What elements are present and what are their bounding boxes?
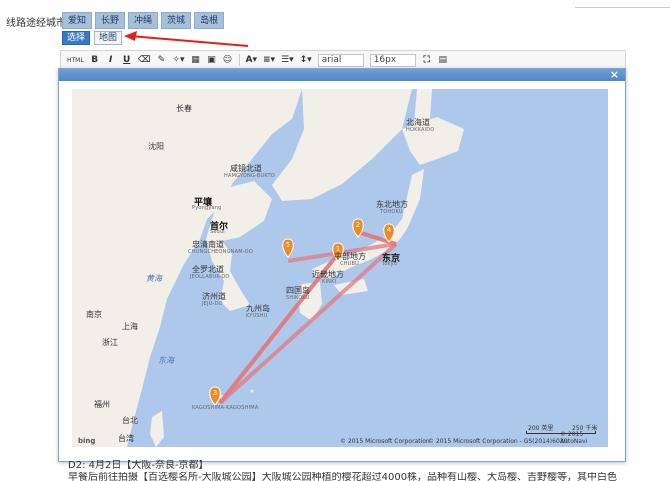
marker-4-label: 4	[387, 226, 392, 234]
map-label-kagoshima-en: KAGOSHIMA-KAGOSHIMA	[192, 405, 259, 411]
editor-content[interactable]: D2: 4月2日【大阪-奈良-京都】 早餐后前往拍摄【百选樱名所-大阪城公园】大…	[68, 460, 668, 481]
city-chip-nagano[interactable]: 长野	[95, 12, 126, 29]
marker-5-label: 5	[286, 241, 290, 249]
map-label-fuzhou: 福州	[94, 400, 110, 409]
source-icon[interactable]: ▤	[438, 55, 448, 65]
taiwan-land	[150, 411, 164, 447]
map-label-tokyo-en: Tokyo	[382, 261, 397, 267]
city-chips: 爱知 长野 冲绳 茨城 岛根	[62, 12, 225, 29]
marker-3-label: 3	[213, 389, 217, 397]
city-chip-shimane[interactable]: 岛根	[194, 12, 225, 29]
top-border-fragment	[575, 0, 670, 8]
marker-5: 5	[282, 238, 294, 258]
content-line-2: 早餐后前往拍摄【百选樱名所-大阪城公园】大阪城公园种植的樱花超过4000株，品种…	[68, 472, 618, 481]
attribution-3: © 2015 AutoNavi	[560, 431, 588, 445]
map-dialog: × 1 2 3 4 5 长春 沈阳 咸镜北道 HAMGYONG-BUKTO 平壤…	[58, 68, 626, 462]
font-color-icon[interactable]: A▾	[246, 55, 257, 65]
attribution-1: © 2015 Microsoft Corporation	[340, 438, 430, 445]
bold-button[interactable]: B	[90, 55, 100, 65]
editor-toolbar: HTML B I U ⌫ ✎ ✧▾ ▦ ▣ ☺ A▾ ≡▾ ☰▾ ↕▾ aria…	[60, 50, 626, 70]
city-chip-ibaraki[interactable]: 茨城	[161, 12, 192, 29]
map-label-hokkaido-en: HOKKAIDO	[406, 127, 435, 133]
underline-button[interactable]: U	[122, 55, 132, 65]
close-icon[interactable]: ×	[610, 68, 619, 81]
map-label-shenyang: 沈阳	[148, 142, 164, 151]
map-label-kyushu-en: KYUSHU	[246, 313, 268, 319]
line-height-icon[interactable]: ↕▾	[300, 55, 312, 65]
map-label-shikoku-en: SHIKOKU	[286, 295, 310, 301]
map-button[interactable]: 地图	[94, 31, 122, 45]
ordered-list-icon[interactable]: ≡▾	[263, 55, 275, 65]
map-label-nanjing: 南京	[86, 310, 102, 319]
city-chip-okinawa[interactable]: 冲绳	[128, 12, 159, 29]
map-label-hamgyong-en: HAMGYONG-BUKTO	[224, 173, 275, 179]
map-label-east-sea: 东海	[158, 356, 174, 365]
emoji-icon[interactable]: ☺	[223, 55, 233, 65]
map-label-taibei: 台北	[122, 416, 138, 425]
map-label-chungcheong-en: CHUNGCHEONGNAM-DO	[188, 249, 253, 255]
marker-2-label: 2	[356, 221, 360, 229]
map-label-zhejiang: 浙江	[102, 338, 118, 347]
paintbrush-icon[interactable]: ✎	[156, 55, 166, 65]
unordered-list-icon[interactable]: ☰▾	[281, 55, 294, 65]
city-chip-aichi[interactable]: 爱知	[62, 12, 93, 29]
attribution-2: © 2015 Microsoft Corporation - GS(2014)6…	[428, 438, 568, 445]
table-icon[interactable]: ▦	[191, 55, 201, 65]
ryukyu-islet	[250, 389, 254, 393]
toolbar-separator	[238, 54, 240, 66]
map-label-chubu-en: CHUBU	[340, 261, 360, 267]
map-view[interactable]: 1 2 3 4 5 长春 沈阳 咸镜北道 HAMGYONG-BUKTO 平壤 P…	[72, 89, 608, 447]
select-button[interactable]: 选择	[62, 31, 90, 45]
map-label-kinki-en: KINKI	[322, 279, 337, 285]
route-line	[218, 242, 398, 405]
fullscreen-icon[interactable]: ⛶	[422, 55, 432, 65]
wand-icon[interactable]: ✧▾	[172, 55, 184, 65]
dialog-titlebar: ×	[59, 68, 625, 81]
marker-3: 3	[209, 386, 221, 406]
map-label-shanghai: 上海	[122, 322, 138, 331]
font-size-select[interactable]: 16px	[369, 53, 416, 67]
map-label-tohoku-en: TOHOKU	[380, 209, 403, 215]
font-family-select[interactable]: arial	[317, 53, 364, 67]
mainland-land	[72, 89, 302, 447]
map-label-changchun: 长春	[176, 104, 192, 113]
map-label-seoul-en: Seoul	[210, 229, 225, 235]
map-label-jeju-en: JEJU-DO	[202, 301, 223, 307]
map-label-pyongyang-en: Pyongyang	[192, 205, 222, 211]
italic-button[interactable]: I	[106, 55, 116, 65]
content-line-1: D2: 4月2日【大阪-奈良-京都】	[68, 460, 209, 471]
image-icon[interactable]: ▣	[207, 55, 217, 65]
bing-logo: bing	[78, 437, 96, 445]
eraser-icon[interactable]: ⌫	[138, 55, 151, 65]
map-label-yellow-sea: 黄海	[146, 274, 162, 283]
html-button[interactable]: HTML	[67, 57, 84, 64]
map-label-jeollabuk-en: JEOLLABUK-DO	[190, 274, 230, 280]
map-label-taiwan: 台湾	[118, 434, 134, 443]
